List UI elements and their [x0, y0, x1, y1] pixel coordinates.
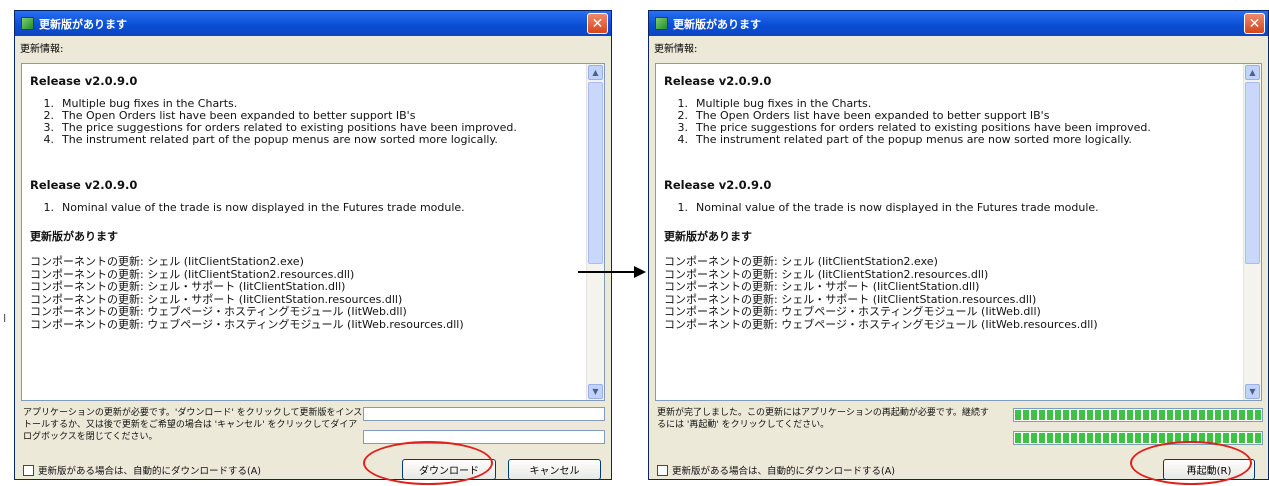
scroll-thumb[interactable] [588, 82, 603, 264]
update-dialog-before: 更新版があります ✕ 更新情報: Release v2.0.9.0 1. Mult… [14, 10, 612, 480]
vertical-scrollbar[interactable]: ▲ ▼ [586, 64, 604, 400]
release-notes-box[interactable]: Release v2.0.9.0 1. Multiple bug fixes in… [655, 63, 1262, 401]
update-dialog-after: 更新版があります ✕ 更新情報: Release v2.0.9.0 1. Mult… [648, 10, 1269, 480]
window-title: 更新版があります [673, 17, 761, 31]
vertical-scrollbar[interactable]: ▲ ▼ [1243, 64, 1261, 400]
status-message: 更新が完了しました。この更新にはアプリケーションの再起動が必要です。継続するには… [657, 408, 989, 430]
scroll-thumb[interactable] [1245, 82, 1260, 264]
auto-download-checkbox[interactable]: 更新版がある場合は、自動的にダウンロードする(A) [657, 463, 895, 477]
progress-fill-2 [1015, 433, 1261, 443]
scroll-up-arrow-icon[interactable]: ▲ [1245, 65, 1260, 80]
list-item: 4. The instrument related part of the pop… [677, 133, 1132, 146]
release-notes-box[interactable]: Release v2.0.9.0 1. Multiple bug fixes in… [21, 63, 605, 401]
release-title: Release v2.0.9.0 [664, 178, 772, 192]
checkbox-box[interactable] [23, 464, 34, 476]
download-highlight-ellipse [363, 441, 493, 485]
update-heading: 更新版があります [664, 230, 752, 243]
checkbox-label: 更新版がある場合は、自動的にダウンロードする(A) [672, 466, 895, 477]
status-message: アプリケーションの更新が必要です。'ダウンロード' をクリックして更新版をインス… [23, 408, 363, 442]
window-title: 更新版があります [39, 17, 127, 31]
app-icon [655, 17, 668, 30]
scroll-up-arrow-icon[interactable]: ▲ [588, 65, 603, 80]
release-title: Release v2.0.9.0 [30, 74, 138, 88]
transition-arrow-line [578, 271, 636, 273]
update-heading: 更新版があります [30, 230, 118, 243]
component-line: コンポーネントの更新: ウェブページ・ホスティングモジュール (IitWeb.r… [664, 317, 1098, 331]
checkbox-label: 更新版がある場合は、自動的にダウンロードする(A) [38, 466, 261, 477]
component-line: コンポーネントの更新: シェル (IitClientStation2.exe) [664, 255, 938, 268]
component-line: コンポーネントの更新: ウェブページ・ホスティングモジュール (IitWeb.d… [664, 305, 1041, 318]
component-line: コンポーネントの更新: シェル (IitClientStation2.exe) [30, 255, 304, 268]
close-button[interactable]: ✕ [587, 13, 608, 34]
component-line: コンポーネントの更新: ウェブページ・ホスティングモジュール (IitWeb.r… [30, 317, 464, 331]
title-bar: 更新版があります ✕ [15, 11, 611, 36]
list-item: 1. Nominal value of the trade is now disp… [677, 201, 1099, 214]
app-icon [21, 17, 34, 30]
list-item: 1. Nominal value of the trade is now disp… [43, 201, 465, 214]
checkbox-box[interactable] [657, 464, 668, 476]
auto-download-checkbox[interactable]: 更新版がある場合は、自動的にダウンロードする(A) [23, 463, 261, 477]
component-line: コンポーネントの更新: シェル・サポート (IitClientStation.d… [664, 280, 980, 293]
progress-bar-2 [1013, 431, 1263, 445]
title-bar: 更新版があります ✕ [649, 11, 1268, 36]
release-title: Release v2.0.9.0 [664, 74, 772, 88]
cancel-button[interactable]: キャンセル [508, 459, 601, 479]
restart-highlight-ellipse [1130, 441, 1252, 485]
close-button[interactable]: ✕ [1244, 13, 1265, 34]
progress-fill-1 [1015, 410, 1261, 420]
progress-bar-1 [1013, 408, 1263, 422]
list-item: 4. The instrument related part of the pop… [43, 133, 498, 146]
status-field-2 [363, 430, 605, 444]
scroll-down-arrow-icon[interactable]: ▼ [1245, 384, 1260, 399]
status-field-1 [363, 407, 605, 421]
transition-arrow-head [634, 266, 646, 278]
scroll-down-arrow-icon[interactable]: ▼ [588, 384, 603, 399]
edge-mark: I [3, 312, 7, 325]
component-line: コンポーネントの更新: ウェブページ・ホスティングモジュール (IitWeb.d… [30, 305, 407, 318]
release-title: Release v2.0.9.0 [30, 178, 138, 192]
update-info-label: 更新情報: [20, 44, 64, 55]
component-line: コンポーネントの更新: シェル・サポート (IitClientStation.d… [30, 280, 346, 293]
update-info-label: 更新情報: [654, 44, 698, 55]
